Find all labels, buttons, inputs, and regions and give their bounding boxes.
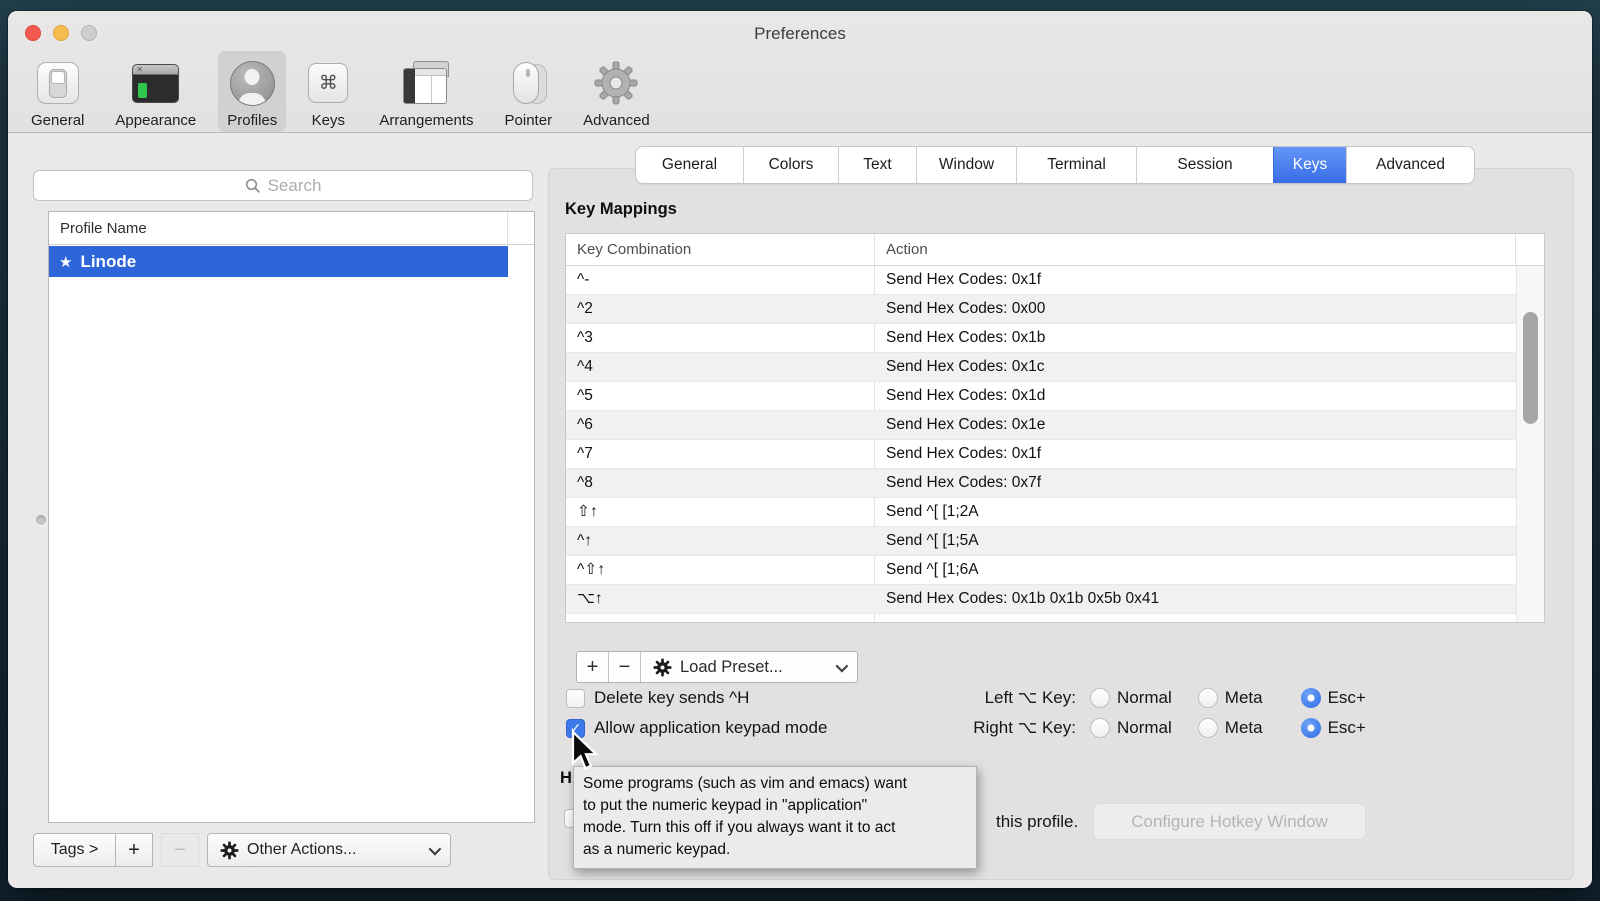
keypad-mode-tooltip: Some programs (such as vim and emacs) wa… — [573, 766, 977, 869]
add-profile-button[interactable]: + — [115, 833, 153, 867]
search-placeholder: Search — [268, 176, 322, 196]
delete-key-checkbox-row[interactable]: Delete key sends ^H — [566, 688, 749, 708]
desktop-background: { "window": { "title": "Preferences" }, … — [0, 0, 1600, 901]
radio-normal[interactable] — [1090, 688, 1110, 708]
toolbar-label: Arrangements — [379, 112, 473, 129]
command-key-icon: ⌘ — [308, 63, 348, 103]
table-row[interactable]: ^5Send Hex Codes: 0x1d — [566, 382, 1516, 411]
add-mapping-button[interactable]: + — [577, 652, 609, 682]
tab-window[interactable]: Window — [916, 147, 1016, 183]
toolbar-item-general[interactable]: General — [22, 51, 93, 132]
option-key-settings: Left ⌥ Key: Normal Meta Esc+ Right ⌥ Key… — [948, 683, 1392, 743]
tab-session[interactable]: Session — [1136, 147, 1273, 183]
person-icon — [230, 61, 275, 106]
toolbar-item-keys[interactable]: ⌘ Keys — [299, 51, 357, 132]
profile-list-header[interactable]: Profile Name — [49, 212, 534, 245]
toolbar-label: General — [31, 112, 84, 129]
tab-advanced[interactable]: Advanced — [1346, 147, 1474, 183]
radio-esc-selected[interactable] — [1301, 718, 1321, 738]
profile-actions-bar: Tags > + − Other Actions... — [33, 833, 451, 867]
left-option-key-row: Left ⌥ Key: Normal Meta Esc+ — [948, 683, 1392, 713]
profile-row-linode[interactable]: ★ Linode — [49, 246, 508, 277]
configure-hotkey-window-button: Configure Hotkey Window — [1093, 803, 1366, 840]
toolbar-item-profiles[interactable]: Profiles — [218, 51, 286, 132]
other-actions-dropdown[interactable]: Other Actions... — [207, 833, 451, 867]
tab-terminal[interactable]: Terminal — [1016, 147, 1136, 183]
key-mappings-table: Key Combination Action ^-Send Hex Codes:… — [565, 233, 1545, 623]
remove-mapping-button[interactable]: − — [609, 652, 641, 682]
toolbar-label: Appearance — [115, 112, 196, 129]
tab-text[interactable]: Text — [838, 147, 916, 183]
star-icon: ★ — [59, 253, 72, 271]
toolbar-label: Pointer — [505, 112, 553, 129]
left-option-key-label: Left ⌥ Key: — [948, 688, 1076, 708]
scrollbar-thumb[interactable] — [1523, 312, 1538, 424]
key-mapping-editor: + − Load Preset... — [576, 651, 858, 683]
mouse-icon — [505, 61, 551, 105]
load-preset-dropdown[interactable]: Load Preset... — [641, 652, 857, 682]
tab-colors[interactable]: Colors — [743, 147, 838, 183]
radio-normal[interactable] — [1090, 718, 1110, 738]
toolbar-label: Profiles — [227, 112, 277, 129]
right-option-key-label: Right ⌥ Key: — [948, 718, 1076, 738]
table-row[interactable]: ^↑Send ^[ [1;5A — [566, 527, 1516, 556]
tab-general[interactable]: General — [636, 147, 743, 183]
table-row[interactable]: ^⇧↑Send ^[ [1;6A — [566, 556, 1516, 585]
scrollbar-track[interactable] — [1516, 266, 1544, 622]
profile-tabs: General Colors Text Window Terminal Sess… — [636, 147, 1474, 183]
toolbar-item-appearance[interactable]: ✕ Appearance — [106, 51, 205, 132]
chevron-down-icon — [836, 659, 849, 672]
remove-profile-button: − — [161, 833, 199, 867]
terminal-window-icon: ✕ — [132, 64, 179, 103]
gear-icon — [220, 841, 239, 860]
keypad-mode-checkbox-row[interactable]: ✓ Allow application keypad mode — [566, 718, 827, 738]
tags-button[interactable]: Tags > — [33, 833, 116, 867]
toolbar-item-arrangements[interactable]: Arrangements — [370, 51, 482, 132]
window-title: Preferences — [8, 24, 1592, 44]
toolbar: General ✕ Appearance Profiles ⌘ Keys Arr… — [22, 51, 659, 132]
key-mappings-heading: Key Mappings — [565, 200, 677, 219]
search-icon — [245, 178, 261, 194]
hotkey-profile-text: this profile. — [996, 812, 1078, 832]
titlebar: Preferences General ✕ Appearance Profile… — [8, 11, 1592, 133]
gear-icon — [653, 658, 672, 677]
table-row[interactable]: ^4Send Hex Codes: 0x1c — [566, 353, 1516, 382]
search-input[interactable]: Search — [33, 170, 533, 201]
chevron-down-icon — [429, 842, 442, 855]
toolbar-label: Keys — [312, 112, 345, 129]
table-row[interactable]: ^-Send Hex Codes: 0x1f — [566, 266, 1516, 295]
table-row[interactable]: ^3Send Hex Codes: 0x1b — [566, 324, 1516, 353]
radio-meta[interactable] — [1198, 718, 1218, 738]
checkbox-unchecked[interactable] — [566, 689, 585, 708]
toggle-switch-icon — [37, 62, 79, 104]
table-header: Key Combination Action — [566, 234, 1544, 266]
radio-meta[interactable] — [1198, 688, 1218, 708]
table-row[interactable]: ^8Send Hex Codes: 0x7f — [566, 469, 1516, 498]
table-row[interactable]: ^6Send Hex Codes: 0x1e — [566, 411, 1516, 440]
table-row[interactable]: ^7Send Hex Codes: 0x1f — [566, 440, 1516, 469]
profile-name: Linode — [80, 252, 136, 272]
toolbar-item-pointer[interactable]: Pointer — [496, 51, 562, 132]
tab-keys[interactable]: Keys — [1273, 147, 1346, 183]
table-row[interactable]: ⇧↑Send ^[ [1;2A — [566, 498, 1516, 527]
toolbar-label: Advanced — [583, 112, 650, 129]
windows-icon — [402, 61, 451, 105]
preferences-window: Preferences General ✕ Appearance Profile… — [8, 11, 1592, 888]
profile-list: Profile Name ★ Linode — [48, 211, 535, 823]
table-row[interactable]: ⌥↑Send Hex Codes: 0x1b 0x1b 0x5b 0x41 — [566, 585, 1516, 614]
column-header-key[interactable]: Key Combination — [577, 234, 691, 266]
toolbar-item-advanced[interactable]: Advanced — [574, 51, 659, 132]
column-header-action[interactable]: Action — [886, 234, 928, 266]
pane-resize-dimple[interactable] — [36, 515, 46, 525]
mouse-cursor-icon — [569, 730, 599, 777]
right-option-key-row: Right ⌥ Key: Normal Meta Esc+ — [948, 713, 1392, 743]
table-row[interactable]: ^2Send Hex Codes: 0x00 — [566, 295, 1516, 324]
radio-esc-selected[interactable] — [1301, 688, 1321, 708]
gear-icon — [593, 56, 639, 110]
